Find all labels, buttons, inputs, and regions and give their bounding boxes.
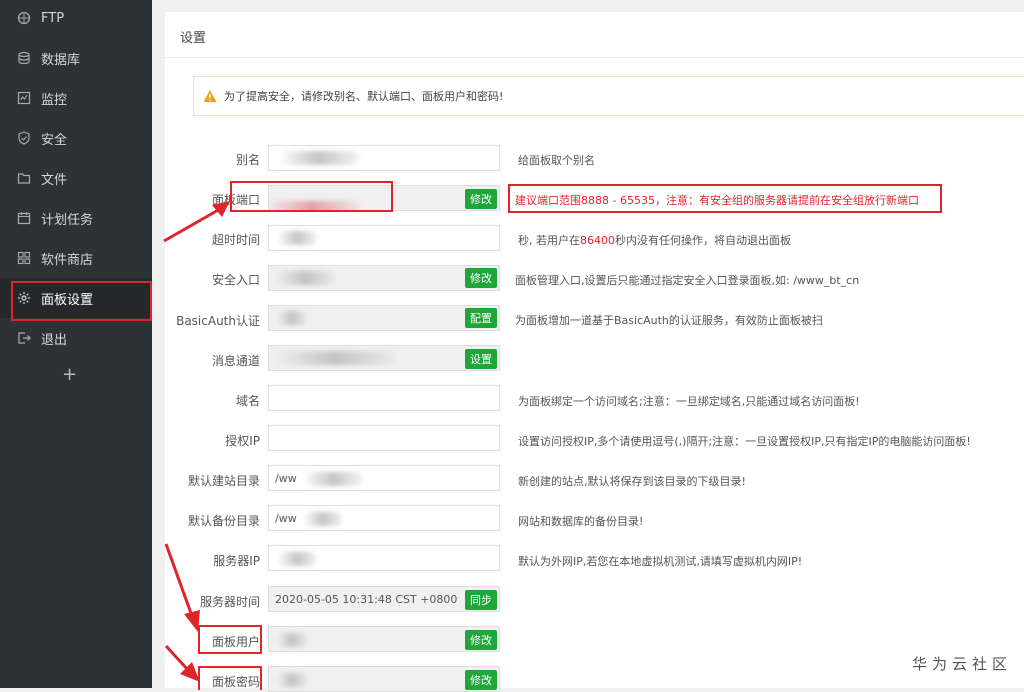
basicauth-hint: 为面板增加一道基于BasicAuth的认证服务，有效防止面板被扫 [515,314,823,327]
timeout-input[interactable] [268,225,500,251]
backup-dir-hint: 网站和数据库的备份目录! [518,515,644,528]
sync-time-button[interactable]: 同步 [465,590,497,610]
alias-hint: 给面板取个别名 [518,154,595,167]
timeout-hint-num: 86400 [580,234,615,247]
highlight-box [230,181,393,212]
calendar-icon [16,210,32,226]
server-ip-label: 服务器IP [213,554,260,568]
apps-icon [16,250,32,266]
warning-icon [203,89,217,103]
divider [165,57,1024,58]
domain-input[interactable] [268,385,500,411]
logout-icon [16,330,32,346]
shield-icon [16,130,32,146]
basicauth-config-button[interactable]: 配置 [465,308,497,328]
ftp-icon [16,10,32,26]
annotation-arrow [163,201,230,243]
sidebar-item-label: 退出 [41,332,68,348]
highlight-box [508,184,942,213]
sidebar-item-label: 软件商店 [41,252,94,268]
sidebar-item-label: 计划任务 [41,212,94,228]
sidebar-item-cron[interactable]: 计划任务 [0,198,152,238]
sidebar-item-logout[interactable]: 退出 [0,318,152,358]
alias-input[interactable] [268,145,500,171]
sidebar-item-label: 监控 [41,92,68,108]
add-button[interactable]: + [62,364,77,385]
sidebar: FTP 数据库 监控 安全 文件 计划任务 软件商店 面板设置 退出 + [0,0,152,688]
auth-ip-label: 授权IP [225,434,260,448]
backup-dir-input[interactable]: /ww [268,505,500,531]
alert-text: 为了提高安全，请修改别名、默认端口、面板用户和密码! [224,90,504,103]
auth-ip-hint: 设置访问授权IP,多个请使用逗号(,)隔开;注意：一旦设置授权IP,只有指定IP… [518,435,971,448]
domain-label: 域名 [235,394,260,408]
sidebar-item-label: FTP [41,10,65,26]
folder-icon [16,170,32,186]
entry-hint: 面板管理入口,设置后只能通过指定安全入口登录面板,如: /www_bt_cn [515,274,860,287]
sidebar-item-files[interactable]: 文件 [0,158,152,198]
highlight-box [11,281,152,321]
message-label: 消息通道 [211,354,260,368]
alias-label: 别名 [235,153,260,167]
security-alert: 为了提高安全，请修改别名、默认端口、面板用户和密码! [193,76,1024,116]
database-icon [16,50,32,66]
timeout-hint-b: 秒内没有任何操作，将自动退出面板 [615,234,791,247]
sidebar-item-database[interactable]: 数据库 [0,38,152,78]
timeout-hint-a: 秒, 若用户在 [518,234,580,247]
site-dir-label: 默认建站目录 [187,474,260,488]
entry-modify-button[interactable]: 修改 [465,268,497,288]
sidebar-item-store[interactable]: 软件商店 [0,238,152,278]
annotation-arrow [164,644,200,682]
site-dir-input[interactable]: /ww [268,465,500,491]
sidebar-item-label: 数据库 [41,52,81,68]
backup-dir-value: /ww [275,511,297,525]
site-dir-value: /ww [275,471,297,485]
basicauth-label: BasicAuth认证 [176,314,260,328]
sidebar-item-label: 文件 [41,172,68,188]
server-ip-input[interactable] [268,545,500,571]
server-ip-hint: 默认为外网IP,若您在本地虚拟机测试,请填写虚拟机内网IP! [518,555,803,568]
page-title: 设置 [180,31,207,46]
sidebar-item-monitor[interactable]: 监控 [0,78,152,118]
watermark: 华为云社区 [911,655,1012,673]
entry-label: 安全入口 [211,273,260,287]
panel-pass-modify-button[interactable]: 修改 [465,670,497,690]
sidebar-item-label: 安全 [41,132,68,148]
panel-user-modify-button[interactable]: 修改 [465,630,497,650]
backup-dir-label: 默认备份目录 [187,514,260,528]
site-dir-hint: 新创建的站点,默认将保存到该目录的下级目录! [518,475,746,488]
timeout-hint: 秒, 若用户在86400秒内没有任何操作，将自动退出面板 [518,232,791,248]
sidebar-item-security[interactable]: 安全 [0,118,152,158]
annotation-arrow [164,543,200,632]
sidebar-item-ftp[interactable]: FTP [0,0,152,38]
message-setup-button[interactable]: 设置 [465,349,497,369]
auth-ip-input[interactable] [268,425,500,451]
domain-hint: 为面板绑定一个访问域名;注意：一旦绑定域名,只能通过域名访问面板! [518,395,860,408]
port-modify-button[interactable]: 修改 [465,189,497,209]
monitor-icon [16,90,32,106]
highlight-box [198,666,262,690]
